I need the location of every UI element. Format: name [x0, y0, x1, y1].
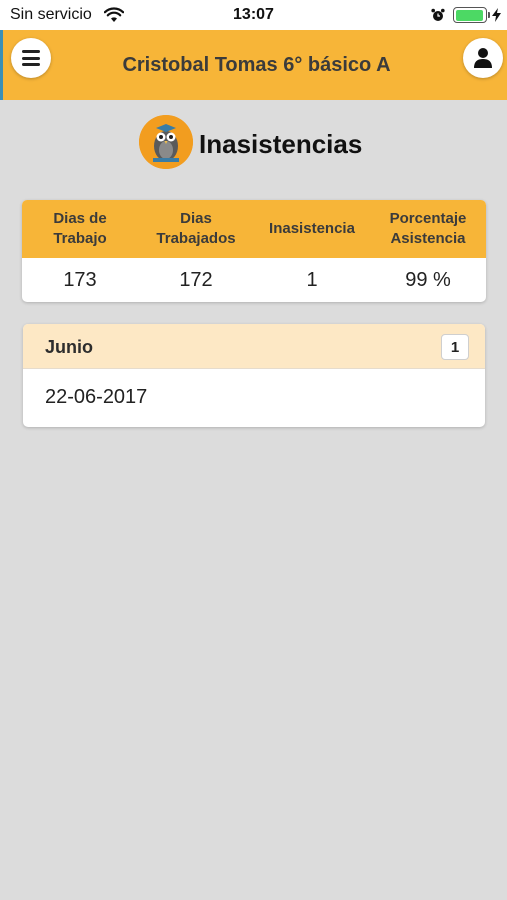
alarm-icon	[431, 8, 445, 21]
battery-icon	[453, 7, 487, 23]
status-bar: Sin servicio 13:07	[0, 0, 507, 30]
charging-bolt-icon	[492, 8, 501, 22]
header-attendance-percentage: Porcentaje Asistencia	[389, 210, 467, 247]
battery-cap	[488, 12, 490, 18]
value-work-days: 173	[63, 268, 97, 291]
section-title: Inasistencias	[199, 129, 363, 159]
header-days-worked: Dias Trabajados	[156, 210, 236, 247]
page-title: Cristobal Tomas 6° básico A	[122, 54, 391, 76]
app-header: Cristobal Tomas 6° básico A	[0, 30, 507, 100]
month-header[interactable]: Junio 1	[23, 324, 485, 369]
owl-logo-icon	[139, 115, 193, 169]
absence-count-badge: 1	[441, 334, 469, 360]
header-work-days: Dias de Trabajo	[53, 210, 107, 247]
value-days-worked: 172	[179, 268, 213, 291]
absence-date: 22-06-2017	[45, 386, 148, 408]
user-profile-icon	[474, 48, 492, 68]
profile-button[interactable]	[463, 38, 503, 78]
attendance-summary-table: Dias de Trabajo Dias Trabajados Inasiste…	[22, 200, 486, 302]
battery-level	[455, 9, 483, 21]
value-attendance-percentage: 99 %	[405, 268, 451, 291]
header-absences: Inasistencia	[269, 220, 355, 237]
month-label: Junio	[45, 337, 93, 357]
value-absences: 1	[306, 268, 318, 291]
month-absence-card[interactable]: Junio 1 22-06-2017	[23, 324, 485, 427]
